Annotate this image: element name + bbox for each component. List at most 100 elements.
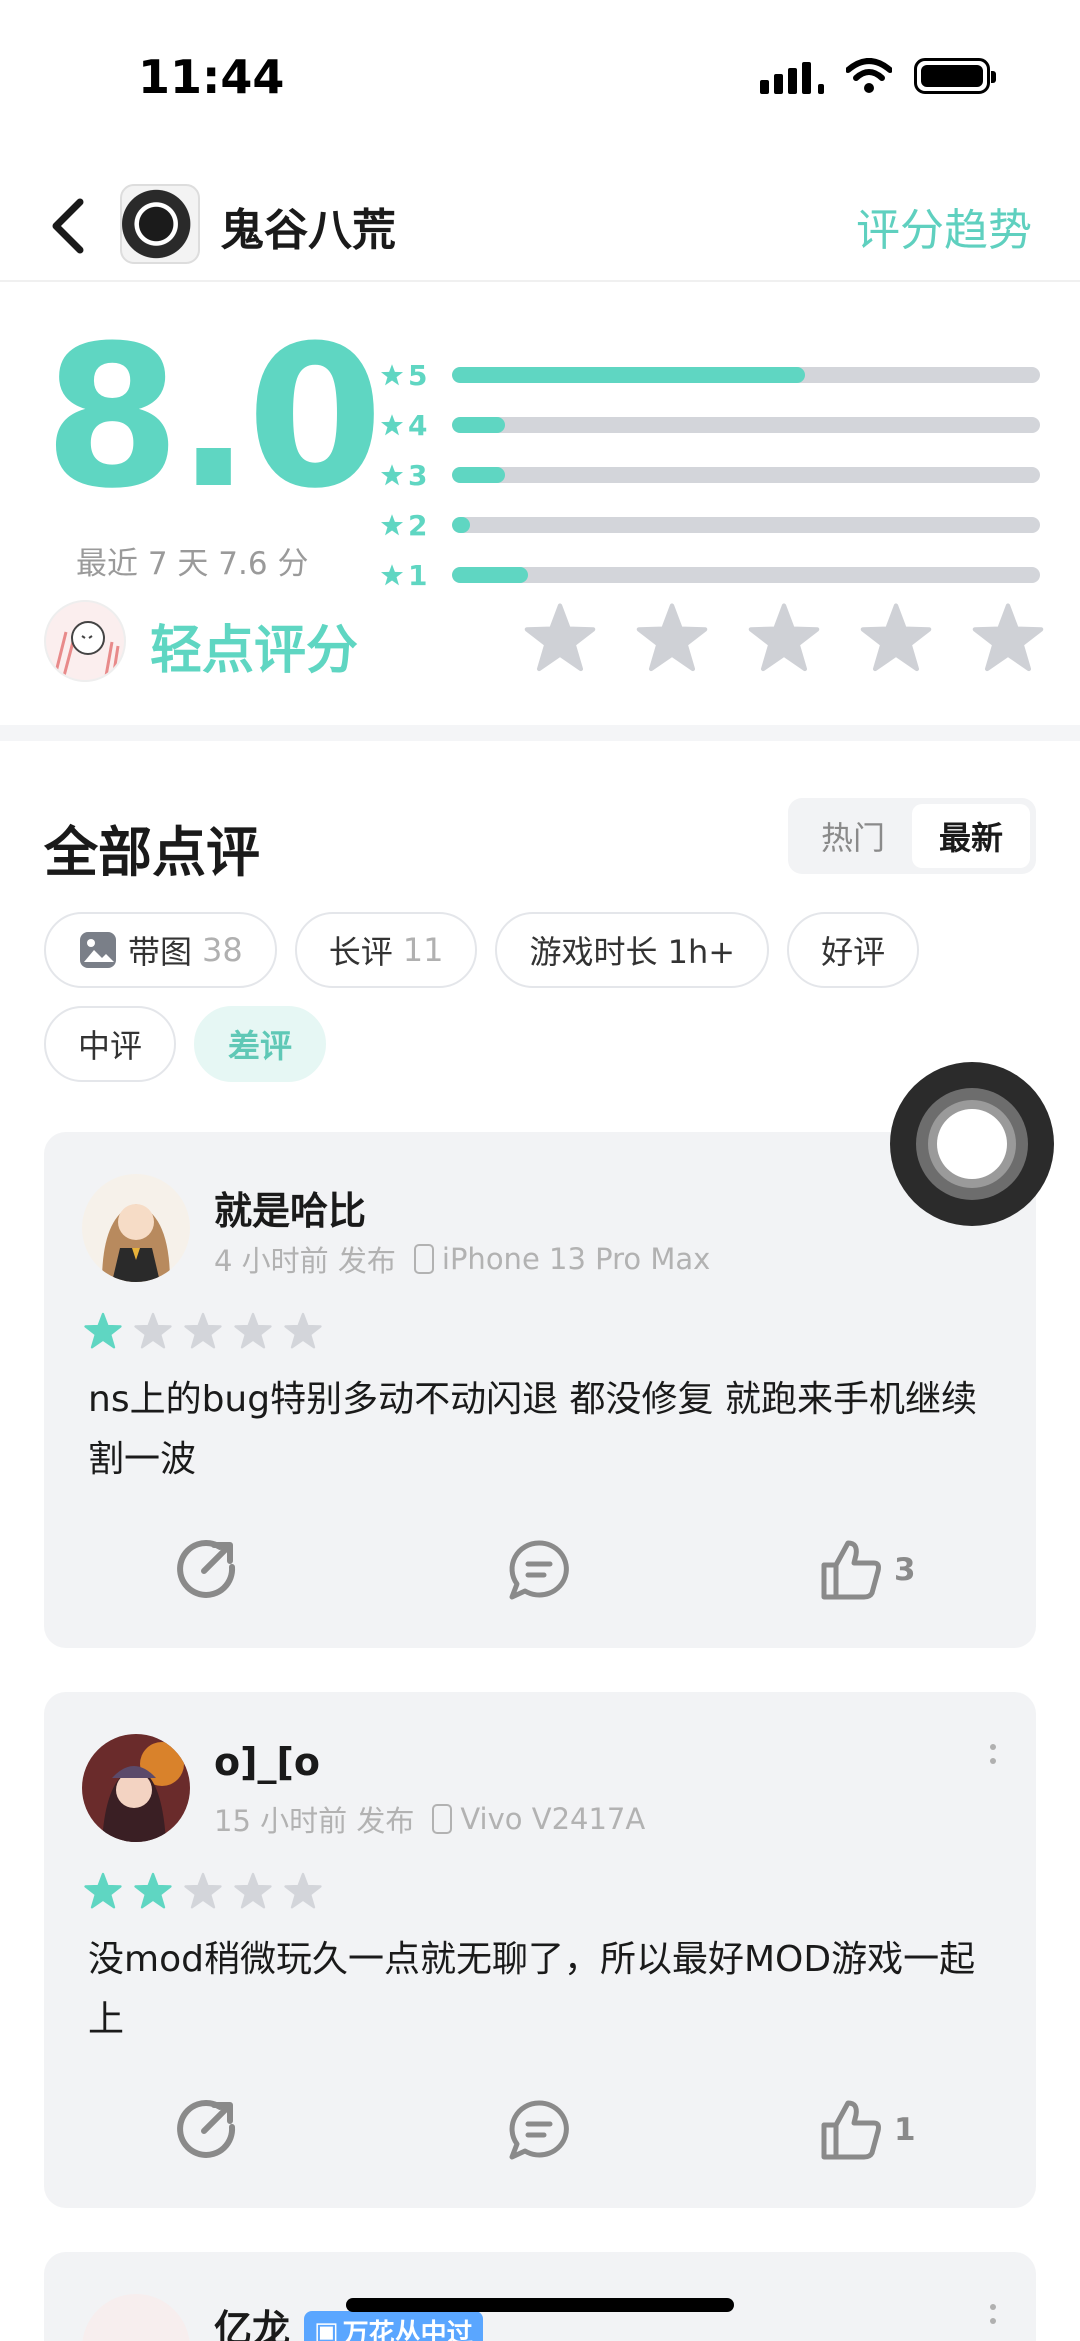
filter-chip-negative[interactable]: 差评 (194, 1006, 327, 1082)
status-time: 11:44 (138, 50, 285, 104)
like-button[interactable]: 3 (818, 1532, 916, 1608)
rating-bar-fill (452, 467, 505, 483)
filter-chip-label: 带图 (128, 933, 193, 971)
rating-bar-fill (452, 567, 529, 583)
review-device: iPhone 13 Pro Max (413, 1242, 710, 1276)
cellular-signal-icon (760, 58, 824, 94)
rating-bar-row: 1 (380, 550, 1040, 600)
user-badge: ▣ 万花丛中过 (304, 2311, 483, 2341)
rating-bar-star: 4 (408, 408, 428, 442)
review-meta: 15 小时前 发布 Vivo V2417A (214, 1798, 645, 1840)
share-button[interactable] (174, 2092, 240, 2168)
recent-score: 最近 7 天 7.6 分 (76, 546, 309, 582)
star-empty-icon (134, 1312, 172, 1349)
section-divider (0, 725, 1080, 741)
more-options-button[interactable] (990, 2304, 996, 2324)
star-filled-icon (84, 1312, 122, 1349)
filter-chip-label: 中评 (78, 1027, 143, 1065)
rating-trend-link[interactable]: 评分趋势 (856, 194, 1032, 258)
review-body[interactable]: ns上的bug特别多动不动闪退 都没修复 就跑来手机继续割一波 (88, 1370, 1008, 1490)
status-icons (760, 58, 996, 94)
comment-icon (509, 1540, 569, 1600)
rating-bar-track (452, 567, 1040, 583)
star-filled-icon (84, 1872, 122, 1909)
back-button[interactable] (40, 192, 96, 260)
phone-icon (413, 1244, 434, 1274)
rating-bar-row: 3 (380, 450, 1040, 500)
rating-bar-row: 2 (380, 500, 1040, 550)
rating-bar-row: 5 (380, 350, 1040, 400)
star-icon (380, 464, 404, 486)
filter-chip-label: 好评 (821, 933, 886, 971)
device-name: Vivo V2417A (460, 1802, 646, 1836)
rating-bar-track (452, 367, 1040, 383)
rating-bar-label: 3 (380, 459, 452, 492)
rating-bar-label: 2 (380, 509, 452, 542)
reviewer-name[interactable]: o]_[o (214, 1740, 320, 1784)
filter-chip-playtime[interactable]: 游戏时长 1h+ (495, 912, 770, 988)
filter-chip-label: 差评 (228, 1027, 293, 1065)
reviewer-avatar[interactable] (82, 2294, 190, 2341)
image-icon (80, 932, 116, 968)
thumbs-up-icon (821, 1540, 881, 1600)
filter-chip-count: 11 (402, 931, 444, 969)
filter-chip-label: 长评 (328, 933, 393, 971)
rating-bar-fill (452, 517, 470, 533)
star-icon (380, 564, 404, 586)
rating-bar-fill (452, 417, 505, 433)
battery-icon (914, 58, 996, 94)
user-avatar (44, 600, 126, 682)
rate-star-2-icon[interactable] (636, 602, 708, 674)
filter-chip-count: 38 (202, 931, 243, 969)
star-empty-icon (234, 1872, 272, 1909)
more-options-button[interactable] (990, 1744, 996, 1764)
review-time: 15 小时前 发布 (214, 1804, 415, 1838)
sort-latest-tab[interactable]: 最新 (912, 804, 1030, 868)
review-filters: 带图 38 长评 11 游戏时长 1h+ 好评 中评 差评 (44, 912, 1044, 1082)
rating-bar-star: 5 (408, 358, 428, 392)
assistive-touch-button[interactable] (890, 1062, 1054, 1226)
filter-chip-positive[interactable]: 好评 (787, 912, 920, 988)
all-reviews-title: 全部点评 (44, 821, 260, 884)
review-actions: 1 (44, 2092, 1036, 2168)
rate-star-3-icon[interactable] (748, 602, 820, 674)
rating-bar-track (452, 517, 1040, 533)
star-empty-icon (284, 1312, 322, 1349)
comment-icon (509, 2100, 569, 2160)
rating-bar-label: 4 (380, 409, 452, 442)
review-body[interactable]: 没mod稍微玩久一点就无聊了，所以最好MOD游戏一起上 (88, 1930, 1008, 2050)
rating-bar-star: 2 (408, 508, 428, 542)
phone-icon (432, 1804, 453, 1834)
comment-button[interactable] (506, 2092, 572, 2168)
share-button[interactable] (174, 1532, 240, 1608)
rate-star-1-icon[interactable] (524, 602, 596, 674)
wifi-icon (846, 58, 892, 93)
like-count: 3 (894, 1552, 916, 1588)
filter-chip-label: 游戏时长 1h+ (529, 933, 736, 971)
tap-to-rate-row: 轻点评分 (44, 596, 1044, 688)
filter-chip-with-images[interactable]: 带图 38 (44, 912, 277, 988)
star-empty-icon (184, 1312, 222, 1349)
rating-bar-label: 5 (380, 359, 452, 392)
review-meta: 4 小时前 发布 iPhone 13 Pro Max (214, 1238, 710, 1280)
sort-hot-tab[interactable]: 热门 (794, 804, 912, 868)
like-button[interactable]: 1 (818, 2092, 916, 2168)
tap-to-rate-label: 轻点评分 (150, 621, 359, 681)
reviewer-avatar[interactable] (82, 1734, 190, 1842)
filter-chip-long-review[interactable]: 长评 11 (294, 912, 478, 988)
home-indicator[interactable] (346, 2298, 734, 2312)
share-icon (177, 1540, 236, 1598)
star-icon (380, 514, 404, 536)
rate-star-4-icon[interactable] (860, 602, 932, 674)
reviewer-name[interactable]: 就是哈比 (214, 1180, 366, 1235)
review-card: 就是哈比 4 小时前 发布 iPhone 13 Pro Max ns上的bug特… (44, 1132, 1036, 1648)
rating-bar-star: 1 (408, 558, 428, 592)
filter-chip-neutral[interactable]: 中评 (44, 1006, 177, 1082)
rate-star-5-icon[interactable] (972, 602, 1044, 674)
game-icon (120, 184, 200, 264)
comment-button[interactable] (506, 1532, 572, 1608)
reviewer-avatar[interactable] (82, 1174, 190, 1282)
like-count: 1 (894, 2112, 916, 2148)
top-nav-bar: 鬼谷八荒 评分趋势 (0, 170, 1080, 282)
game-title: 鬼谷八荒 (220, 205, 396, 256)
